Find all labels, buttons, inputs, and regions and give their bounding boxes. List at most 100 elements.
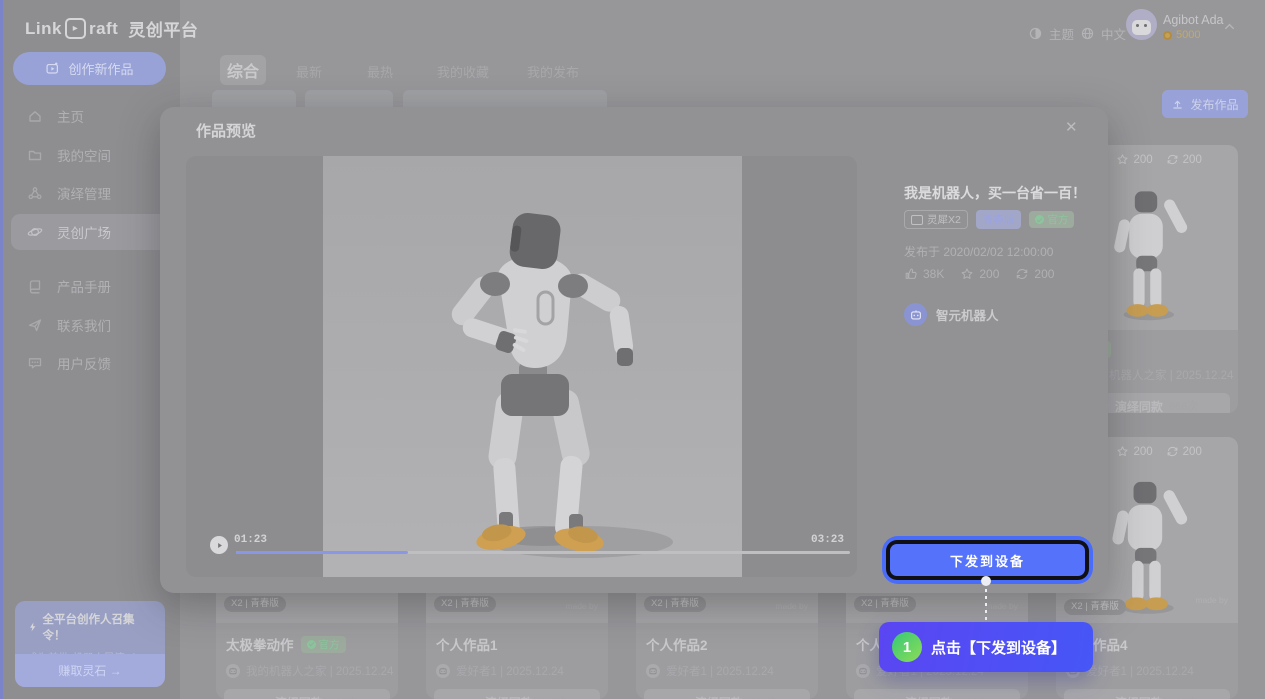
sidebar-item-contact[interactable]: 联系我们 (11, 307, 169, 343)
work-tags: 灵犀X2 青春版 官方 (904, 210, 1074, 229)
sidebar-item-my-space[interactable]: 我的空间 (11, 137, 169, 173)
sidebar-label: 我的空间 (57, 145, 111, 165)
promo-title: 全平台创作人召集令！ (43, 611, 153, 643)
shares-stat[interactable]: 200 (1015, 267, 1054, 281)
model-badge: X2 | 青春版 (1064, 599, 1126, 615)
video-player: 01:23 03:23 (186, 156, 857, 577)
coin-count: 5000 (1176, 29, 1200, 41)
robot-face-icon (648, 666, 658, 676)
planet-icon (1096, 696, 1109, 699)
globe-icon (1080, 26, 1095, 41)
planet-icon (27, 224, 43, 240)
stars-stat[interactable]: 200 (960, 267, 999, 281)
tab-hottest[interactable]: 最热 (367, 62, 393, 81)
replay-same-button[interactable]: 演绎同款666次 (224, 689, 390, 699)
send-icon (27, 317, 43, 333)
model-badge: X2 | 青春版 (854, 596, 916, 612)
author-avatar (646, 664, 660, 678)
work-card[interactable]: X2 | 青春版 made by 个人作品2 爱好者1 | 2025.12.24… (636, 575, 818, 699)
edition-tag: 青春版 (976, 210, 1022, 229)
author-avatar (904, 303, 927, 326)
replay-same-button[interactable]: 演绎同款666次 (434, 689, 600, 699)
card-title: 个人作品1 (436, 634, 498, 654)
device-icon (911, 215, 923, 225)
publish-label: 发布作品 (1190, 96, 1238, 113)
deploy-highlight-mask: 下发到设备 (886, 540, 1089, 580)
play-button[interactable] (210, 536, 228, 554)
planet-icon (676, 696, 689, 699)
lightning-icon (27, 621, 39, 633)
model-tag: 灵犀X2 (904, 210, 968, 229)
share-icon (1166, 445, 1179, 458)
work-preview-modal: 作品预览 ✕ (160, 107, 1108, 593)
sidebar-item-feedback[interactable]: 用户反馈 (11, 345, 169, 381)
likes-stat[interactable]: 38K (904, 267, 944, 281)
creator-promo-card: 全平台创作人召集令！ 成为首批“机器人导演” ！ 赚取灵石 → (15, 601, 165, 687)
earn-gems-button[interactable]: 赚取灵石 → (15, 654, 165, 687)
author-avatar (436, 664, 450, 678)
replay-same-button[interactable]: 演绎同款666次 (854, 689, 1020, 699)
replay-same-button[interactable]: 演绎同款666次 (1064, 689, 1230, 699)
promo-title-row: 全平台创作人召集令！ (27, 611, 153, 643)
progress-fill (236, 551, 408, 554)
guide-connector-line (985, 589, 987, 622)
user-menu-chevron[interactable] (1222, 18, 1237, 36)
sidebar-item-manual[interactable]: 产品手册 (11, 268, 169, 304)
thumbs-up-icon (904, 267, 918, 281)
watermark: made by (565, 601, 598, 611)
create-icon (45, 61, 60, 76)
tab-newest[interactable]: 最新 (296, 62, 322, 81)
sidebar-item-plaza[interactable]: 灵创广场 (11, 214, 169, 250)
sidebar-label: 产品手册 (57, 276, 111, 296)
chat-icon (27, 355, 43, 371)
play-icon (214, 540, 225, 551)
author-avatar (856, 664, 870, 678)
star-icon (1116, 445, 1129, 458)
author-name: 智元机器人 (936, 305, 999, 324)
create-label: 创作新作品 (68, 59, 133, 78)
robot-face-icon (909, 308, 923, 322)
official-tag: 官方 (1029, 211, 1074, 228)
tab-all[interactable]: 综合 (220, 55, 266, 85)
user-avatar[interactable] (1126, 9, 1157, 40)
guide-step-number: 1 (892, 632, 922, 662)
total-time: 03:23 (811, 534, 844, 546)
star-icon (1116, 153, 1129, 166)
home-icon (27, 108, 43, 124)
deploy-to-device-button[interactable]: 下发到设备 (890, 544, 1085, 576)
sidebar-label: 联系我们 (57, 315, 111, 335)
language-switcher[interactable]: 中文 (1080, 24, 1126, 43)
work-card[interactable]: X2 | 青春版 太极拳动作 官方 我的机器人之家 | 2025.12.24 演… (216, 575, 398, 699)
sidebar-item-performance[interactable]: 演绎管理 (11, 175, 169, 211)
watermark: made by (775, 601, 808, 611)
sidebar-label: 灵创广场 (57, 222, 111, 242)
user-coins: 5000 (1163, 29, 1200, 41)
video-viewport[interactable] (323, 156, 742, 577)
planet-icon (256, 696, 269, 699)
robot-face-icon (228, 666, 238, 676)
modal-title: 作品预览 (196, 120, 256, 141)
close-icon[interactable]: ✕ (1065, 118, 1078, 136)
theme-toggle[interactable]: 主题 (1028, 24, 1074, 43)
app-window: Link▸raft 灵创平台 创作新作品 主页 我的空间 演绎管理 灵创广场 产… (0, 0, 1265, 699)
user-name: Agibot Ada (1163, 13, 1223, 27)
work-author[interactable]: 智元机器人 (904, 303, 999, 326)
create-new-work-button[interactable]: 创作新作品 (13, 52, 166, 85)
card-title: 个人作品2 (646, 634, 708, 654)
publish-work-button[interactable]: 发布作品 (1162, 90, 1248, 118)
tab-label: 综合 (227, 58, 259, 82)
replay-same-button[interactable]: 演绎同款666次 (644, 689, 810, 699)
brand-c-icon: ▸ (65, 18, 86, 39)
watermark: made by (985, 601, 1018, 611)
work-card[interactable]: X2 | 青春版 made by 个人作品1 爱好者1 | 2025.12.24… (426, 575, 608, 699)
progress-bar[interactable] (236, 551, 850, 554)
planet-icon (886, 696, 899, 699)
sidebar-item-home[interactable]: 主页 (11, 98, 169, 134)
watermark: made by (1195, 595, 1228, 605)
chevron-up-icon (1222, 19, 1237, 34)
work-stats: 38K 200 200 (904, 267, 1054, 281)
robot-face-icon (438, 666, 448, 676)
author-avatar (226, 664, 240, 678)
tab-my-posts[interactable]: 我的发布 (527, 62, 579, 81)
tab-favorites[interactable]: 我的收藏 (437, 62, 489, 81)
